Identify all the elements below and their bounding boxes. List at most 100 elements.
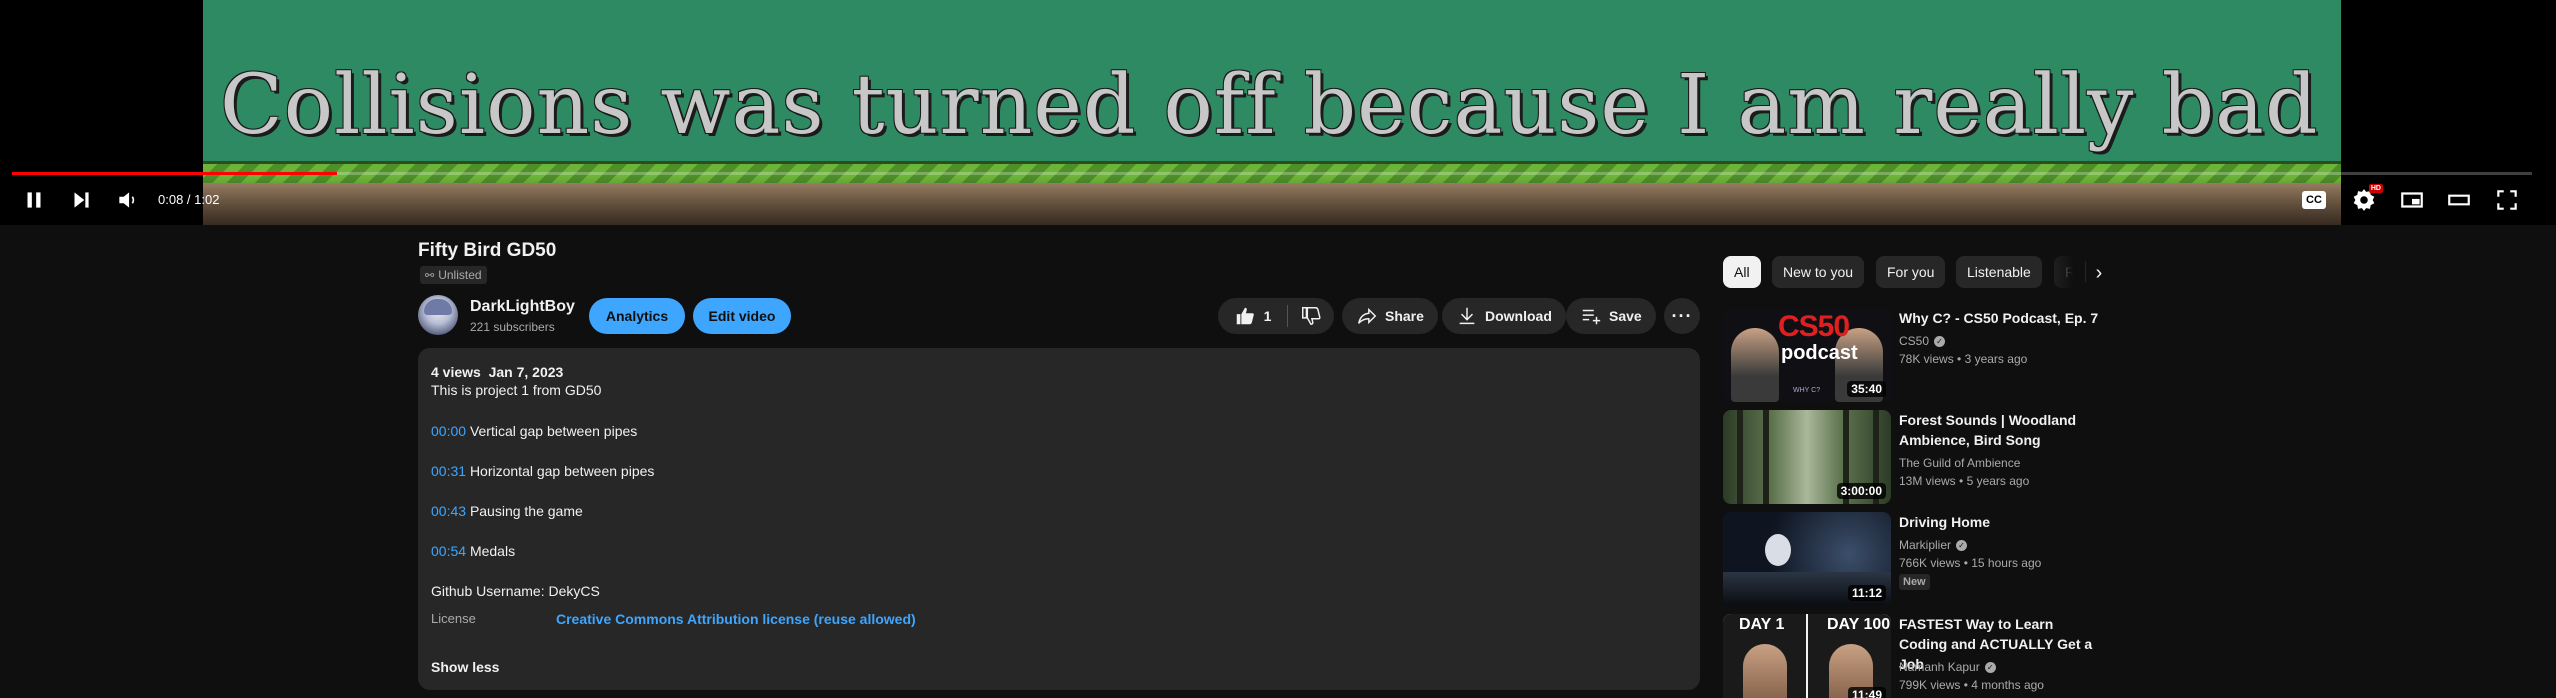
- video-player[interactable]: Collisions was turned off because I am r…: [0, 0, 2556, 225]
- mute-button[interactable]: [114, 186, 142, 214]
- recommended-channel[interactable]: CS50 ✓: [1899, 334, 1946, 348]
- chapter-timestamp[interactable]: 00:54: [431, 543, 466, 559]
- video-title: Fifty Bird GD50: [418, 240, 557, 261]
- recommended-video[interactable]: CS50 podcast WHY C? 35:40 Why C? - CS50 …: [1723, 308, 2098, 404]
- chapter-text: Vertical gap between pipes: [469, 423, 638, 439]
- like-dislike-group: 1: [1218, 298, 1334, 334]
- video-thumbnail[interactable]: DAY 1 DAY 100 11:49: [1723, 614, 1891, 698]
- more-actions-button[interactable]: ···: [1664, 298, 1700, 334]
- progress-bar[interactable]: [12, 172, 2532, 175]
- channel-name[interactable]: DarkLightBoy: [470, 298, 575, 316]
- like-button[interactable]: 1: [1218, 298, 1287, 334]
- miniplayer-icon: [2401, 192, 2423, 208]
- meta-separator: •: [1960, 678, 1972, 692]
- fullscreen-button[interactable]: [2493, 186, 2521, 214]
- description-box[interactable]: 4 views Jan 7, 2023 This is project 1 fr…: [418, 348, 1700, 690]
- view-count: 13M views: [1899, 474, 1956, 488]
- theater-icon: [2448, 194, 2470, 206]
- recommended-meta: 13M views • 5 years ago: [1899, 474, 2029, 488]
- analytics-button[interactable]: Analytics: [589, 298, 685, 334]
- duration-time: 1:02: [194, 192, 220, 207]
- chip-fade: [2045, 256, 2085, 288]
- recommended-channel[interactable]: Markiplier ✓: [1899, 538, 1968, 552]
- video-overlay-text: Collisions was turned off because I am r…: [220, 58, 2319, 153]
- subscriber-count: 221 subscribers: [470, 320, 555, 334]
- show-less-button[interactable]: Show less: [431, 659, 499, 675]
- next-button[interactable]: [67, 186, 95, 214]
- recommended-meta: 766K views • 15 hours ago: [1899, 556, 2041, 570]
- recommended-video[interactable]: DAY 1 DAY 100 11:49 FASTEST Way to Learn…: [1723, 614, 2093, 698]
- chapter-text: Horizontal gap between pipes: [469, 463, 655, 479]
- dislike-button[interactable]: [1288, 298, 1334, 334]
- recommended-title[interactable]: Why C? - CS50 Podcast, Ep. 7: [1899, 308, 2099, 328]
- like-count: 1: [1263, 308, 1272, 324]
- download-button[interactable]: Download: [1442, 298, 1566, 334]
- meta-separator: •: [1953, 352, 1965, 366]
- view-count: 799K views: [1899, 678, 1961, 692]
- download-icon: [1459, 307, 1475, 325]
- theater-mode-button[interactable]: [2445, 186, 2473, 214]
- share-label: Share: [1385, 308, 1424, 324]
- next-icon: [74, 192, 89, 208]
- license-label: License: [431, 611, 476, 626]
- chip-all[interactable]: All: [1723, 256, 1761, 288]
- thumbnail-text: WHY C?: [1793, 387, 1821, 394]
- channel-label: The Guild of Ambience: [1899, 456, 2021, 470]
- recommended-video[interactable]: 11:12 Driving Home Markiplier ✓ 766K view…: [1723, 512, 2093, 608]
- verified-icon: ✓: [1934, 335, 1946, 347]
- save-button[interactable]: Save: [1566, 298, 1656, 334]
- channel-label: Markiplier: [1899, 538, 1952, 552]
- channel-avatar[interactable]: [418, 295, 458, 335]
- recommended-channel[interactable]: The Guild of Ambience: [1899, 456, 2020, 470]
- recommended-meta: 78K views • 3 years ago: [1899, 352, 2027, 366]
- view-count: 78K views: [1899, 352, 1954, 366]
- meta-separator: •: [1960, 556, 1972, 570]
- chapter-timestamp[interactable]: 00:43: [431, 503, 466, 519]
- progress-bar-played: [12, 172, 338, 175]
- verified-icon: ✓: [1956, 539, 1968, 551]
- share-icon: [1358, 307, 1377, 325]
- chapter-text: Medals: [469, 543, 516, 559]
- video-thumbnail[interactable]: 11:12: [1723, 512, 1891, 606]
- video-thumbnail[interactable]: CS50 podcast WHY C? 35:40: [1723, 308, 1891, 402]
- recommended-title[interactable]: Forest Sounds | Woodland Ambience, Bird …: [1899, 410, 2099, 450]
- link-icon: ⚯: [425, 269, 435, 282]
- recommended-channel[interactable]: Namanh Kapur ✓: [1899, 660, 1996, 674]
- chip-for-you[interactable]: For you: [1876, 256, 1946, 288]
- pause-button[interactable]: [20, 186, 48, 214]
- view-count: 766K views: [1899, 556, 1961, 570]
- channel-label: CS50: [1899, 334, 1930, 348]
- captions-button[interactable]: CC: [2300, 186, 2328, 214]
- github-username: Github Username: DekyCS: [431, 583, 600, 599]
- license-link[interactable]: Creative Commons Attribution license (re…: [556, 611, 916, 627]
- chevron-right-icon[interactable]: ›: [2088, 262, 2110, 284]
- video-thumbnail[interactable]: 3:00:00: [1723, 410, 1891, 504]
- chapter-line: 00:31 Horizontal gap between pipes: [431, 463, 654, 479]
- edit-video-button[interactable]: Edit video: [693, 298, 791, 334]
- thumbnail-text: DAY 100: [1827, 616, 1891, 633]
- video-duration: 11:49: [1847, 687, 1886, 698]
- miniplayer-button[interactable]: [2398, 186, 2426, 214]
- chapter-text: Pausing the game: [469, 503, 583, 519]
- chip-new-to-you[interactable]: New to you: [1772, 256, 1865, 288]
- chapter-timestamp[interactable]: 00:00: [431, 423, 466, 439]
- playlist-add-icon: [1582, 309, 1601, 325]
- upload-age: 5 years ago: [1966, 474, 2030, 488]
- share-button[interactable]: Share: [1342, 298, 1438, 334]
- recommended-meta: 799K views • 4 months ago: [1899, 678, 2044, 692]
- recommended-title[interactable]: Driving Home: [1899, 512, 2099, 532]
- thumbs-down-icon: [1302, 307, 1321, 325]
- recommended-video[interactable]: 3:00:00 Forest Sounds | Woodland Ambienc…: [1723, 410, 2093, 506]
- time-separator: /: [183, 192, 195, 207]
- thumbnail-text: podcast: [1781, 342, 1858, 364]
- verified-icon: ✓: [1984, 661, 1996, 673]
- chapter-timestamp[interactable]: 00:31: [431, 463, 466, 479]
- download-label: Download: [1485, 308, 1552, 324]
- chip-listenable[interactable]: Listenable: [1956, 256, 2042, 288]
- visibility-badge: ⚯ Unlisted: [420, 266, 487, 284]
- settings-button[interactable]: HD: [2350, 184, 2383, 214]
- thumbs-up-icon: [1236, 307, 1254, 325]
- volume-icon: [119, 192, 135, 208]
- hd-badge: HD: [2368, 184, 2383, 193]
- current-time: 0:08: [158, 192, 184, 207]
